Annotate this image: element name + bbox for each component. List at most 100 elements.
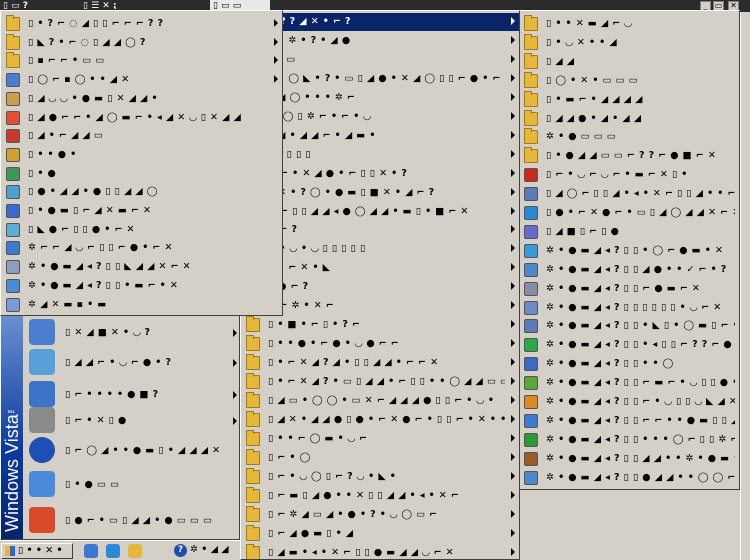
- submenu-item-label: • • ◯ ◣ • ? • ▭ ▯ ◢ ● • ✕ ◢ ◯ ▯ ▯ ⌐ ● • …: [268, 72, 505, 84]
- submenu-item[interactable]: ▯ ◢ ▬ • ◂ • ✕ ⌐ ▯ ▯ ● ▬ ◢ ◢ ◡ ⌐ ✕: [241, 543, 519, 559]
- program-item-label: ✲ • ● ▬ ◢ ◂ ? ▯ ▯ ◣ ◢ ◢ ✕ ⌐ ✕: [28, 261, 192, 273]
- submenu-item-label: ▯ ◢ ◯ ⌐ ▯ ▯ ◢ • ◂ • ✕ ⌐ ▯ ▯ ◢ • • ⌐: [546, 188, 735, 200]
- submenu-item[interactable]: ▯ ⌐ ◢ ● ▬ ▯ • ◢: [241, 524, 519, 543]
- submenu-item[interactable]: ✲ • ● ▬ ◢ ◂ ? ▯ ▯ • • ◯: [519, 355, 739, 373]
- submenu-item-label: ✲ • ● ▬ ◢ ◂ ? ▯ ▯ ⌐ ▬ ⌐ • ◡ ▯ ▯ ● • ⌐ ✕: [546, 377, 735, 389]
- submenu-item[interactable]: ✲ • ● ▬ ◢ ◂ ? ▯ ▯ ◢ ◢ • • ✲ • ● ▬ • ✕: [519, 450, 739, 468]
- submenu-arrow-icon: [511, 396, 515, 404]
- messenger-icon[interactable]: [128, 544, 142, 558]
- program-item[interactable]: ✲ • ● ▬ ◢ ◂ ? ▯ ▯ • ▬ ⌐ • ✕: [1, 277, 282, 295]
- submenu-item[interactable]: ▯ • ⌐ ✕ ◢ ? ◢ • ▯ ▯ ◢ ◢ • ⌐ ⌐ ✕: [241, 354, 519, 372]
- submenu-item[interactable]: ▯ ◢ ◢ ● • ◢ • ◢ ◢: [519, 109, 739, 128]
- submenu-item[interactable]: ▯ ◢ ▭ • ◯ ◯ • ▭ ✕ ⌐ ◢ ◢ ◢ ● ▯ ▯ ⌐ • ◡ •: [241, 392, 519, 410]
- start-button[interactable]: ▯ • • ✕ •: [1, 543, 73, 559]
- folder-icon: [246, 486, 260, 503]
- program-item[interactable]: ✲ • ● ▬ ◢ ◂ ? ▯ ▯ ◣ ◢ ◢ ✕ ⌐ ✕: [1, 258, 282, 276]
- submenu-item[interactable]: ✲ • ● ▬ ◢ ◂ ? ▯ ▯ • • • ◯ ⌐ ▯ ▯ ✲ ⌐ ⌐: [519, 431, 739, 449]
- program-item[interactable]: ▯ ◣ ● ⌐ ▯ ▯ ● • ⌐ ✕: [1, 221, 282, 239]
- submenu-item-label: ▯ ● • ⌐ ✕ ● ⌐ • ▭ ▯ ◢ ◯ ◢ ◢ ✕ ⌐ ✕: [546, 207, 735, 218]
- submenu-arrow-icon: [511, 54, 515, 63]
- submenu-item[interactable]: ▯ • • ✕ ▬ ◢ ⌐ ◡: [519, 15, 739, 33]
- media-player-icon[interactable]: [84, 544, 98, 558]
- documents-item[interactable]: ▯ ✕ ◢ ■ ✕ • ◡ ?: [25, 316, 239, 350]
- submenu-item-label: ▯ • • ⌐ ◯ ▬ • ◡ ⌐: [268, 432, 368, 444]
- program-item[interactable]: ▯ • ● ▬ ▯ ⌐ ◢ ✕ ▬ ⌐ ✕: [1, 202, 282, 220]
- submenu-item[interactable]: ▯ ⌐ ✲ ◢ ▭ ◢ • ● • ? • ◡ ◯ ▭ ⌐: [241, 505, 519, 524]
- program-item[interactable]: ✲ ⌐ ⌐ ◢ ◡ ⌐ ▯ ▯ ⌐ ● • ⌐ ✕: [1, 239, 282, 257]
- submenu-arrow-icon: [511, 187, 515, 196]
- help-item[interactable]: ▯ ⌐ ◯ ◢ • • ● ▬ ▯ • ◢ ◢ ◢ ✕: [25, 434, 239, 468]
- submenu-item[interactable]: ✲ • ● ▬ ◢ ◂ ? ▯ ▯ ⌐ ⌐ • • ● ▬ ▯ ▯ ◢ ◢ ◯: [519, 412, 739, 430]
- program-item[interactable]: ▯ ◣ ? • ⌐ ◌ ▯ ◢ ◢ ◯ ?: [1, 33, 282, 52]
- submenu-item[interactable]: ✲ • ● ▬ ◢ ◂ ? ▯ ▯ • ◂ ▯ ▯ ⌐ ? ? ⌐ ● ■ ⌐ …: [519, 336, 739, 354]
- program-item[interactable]: ▯ • • ● •: [1, 146, 282, 164]
- program-item-label: ✲ ◢ ✕ ▬ ▪ • ▬: [28, 298, 107, 310]
- submenu-item-label: ⌐ ⌐ ▯ ▯ ◢ ◢ ◂ ● ◯ ◢ ◢ • ▬ ▯ • ■ ⌐ ✕: [268, 205, 469, 217]
- submenu-item[interactable]: ▯ ● • ⌐ ✕ ● ⌐ • ▭ ▯ ◢ ◯ ◢ ◢ ✕ ⌐ ✕: [519, 204, 739, 222]
- submenu-item[interactable]: ✲ • ● ▭ ▭ ▭: [519, 128, 739, 146]
- program-item[interactable]: ▯ • ? ⌐ ◌ ◢ ▯ ▯ ⌐ ⌐ ⌐ ? ?: [1, 15, 282, 33]
- submenu-item[interactable]: ✲ • ● ▬ ◢ ◂ ? ▯ ▯ • ◯ ⌐ ● ▬ • ✕: [519, 242, 739, 260]
- submenu-item[interactable]: ▯ ⌐ • ◯: [241, 448, 519, 467]
- program-item[interactable]: ✲ ◢ ✕ ▬ ▪ • ▬: [1, 296, 282, 314]
- submenu-item[interactable]: ✲ • ● ▬ ◢ ◂ ? ▯ ▯ ▯ ▯ ▯ ▯ • ◡ ⌐ ✕: [519, 299, 739, 317]
- right-scrollbar[interactable]: [740, 12, 750, 560]
- submenu-item[interactable]: ▯ ⌐ ▬ ▯ ◢ ● • • ✕ ▯ ▯ ◢ ◢ • ◂ • ✕ ⌐: [241, 486, 519, 505]
- taskbar-tray[interactable]: ? ✲ • ◢ ◢: [170, 543, 240, 559]
- submenu-item[interactable]: ▯ • ● ◢ ◢ ▭ ▭ ⌐ ? ? ⌐ ● ■ ⌐ ✕: [519, 147, 739, 165]
- windows-flag-icon: [5, 546, 15, 556]
- submenu-item[interactable]: ▯ ◢ ◯ ⌐ ▯ ▯ ◢ • ◂ • ✕ ⌐ ▯ ▯ ◢ • • ⌐: [519, 185, 739, 203]
- run-icon: [29, 471, 55, 497]
- start-item-label: ▯ ⌐ ◯ ◢ • • ● ▬ ▯ • ◢ ◢ ◢ ✕: [65, 445, 221, 456]
- program-item[interactable]: ▯ ● • ◢ ◢ • ● ▯ ▯ ◢ ◢ ◯: [1, 183, 282, 201]
- submenu-item-label: ◢ • ◡ • ◡ ▯ ▯ ▯ ▯ ▯: [268, 243, 366, 255]
- run-item[interactable]: ▯ • ● ▭ ▭: [25, 468, 239, 502]
- submenu-item[interactable]: ▯ ◢ ■ ▯ ⌐ ▯ ●: [519, 223, 739, 241]
- submenu-item[interactable]: ▯ ⌐ • ◡ ⌐ ◡ ⌐ • ▬ ⌐ ✕ ▯ •: [519, 166, 739, 184]
- start-item-label: ▯ ⌐ • ✕ ▯ ●: [65, 415, 127, 426]
- submenu-item[interactable]: ▯ • • ⌐ ◯ ▬ • ◡ ⌐: [241, 429, 519, 448]
- submenu-item-label: • ✕ • ? ◯ • ● ▬ ▯ ■ ✕ • ◢ ⌐ ?: [268, 186, 435, 198]
- folder-icon: [524, 147, 538, 164]
- program-item[interactable]: ▯ ▪ ⌐ ⌐ • ▭ ▭: [1, 52, 282, 70]
- submenu-item[interactable]: ▯ ◢ ✕ • ◢ ◢ ● ▯ ● • ⌐ ✕ ● ⌐ • ▯ ▯ ⌐ • ✕ …: [241, 410, 519, 429]
- program-item[interactable]: ▯ ◢ ◡ ◡ • ● ▬ ▯ ✕ ◢ ◢ •: [1, 90, 282, 108]
- submenu-arrow-icon: [511, 320, 515, 329]
- folder-icon: [246, 335, 260, 352]
- submenu-item[interactable]: ▯ • ▬ ⌐ • ◢ ◢ ◢ ◢: [519, 90, 739, 109]
- submenu-item[interactable]: ▯ • ■ • ⌐ ▯ • ? ⌐: [241, 316, 519, 334]
- submenu-item[interactable]: ▯ ◯ • ✕ • ▭ ▭ ▭: [519, 71, 739, 90]
- program-item-label: ▯ • • ● •: [28, 148, 77, 160]
- ie-browser-icon[interactable]: [106, 544, 120, 558]
- submenu-item[interactable]: ✲ • ● ▬ ◢ ◂ ? ▯ ▯ ● ◢ ◢ • • ◯ ◯ ⌐ ✕ ◣: [519, 469, 739, 487]
- folder-icon: [246, 316, 260, 333]
- program-item[interactable]: ▯ ◯ ⌐ ▪ ◯ • • ◢ ✕: [1, 71, 282, 89]
- folder-icon: [246, 354, 260, 371]
- submenu-item[interactable]: ▯ • • ● • ⌐ ● • ◡ ● ⌐ ⌐: [241, 335, 519, 353]
- search-item[interactable]: ▯ ⌐ • ✕ ▯ ●: [25, 404, 239, 438]
- program-item[interactable]: ▯ ◢ ● ⌐ ⌐ • ◢ ◯ ▬ ⌐ • ◂ ◢ ✕ ◡ ▯ ✕ ◢ ◢: [1, 109, 282, 127]
- submenu-item[interactable]: ▯ ◢ ◢: [519, 52, 739, 71]
- submenu-item-label: ✲ • ● ▬ ◢ ◂ ? ▯ ▯ • ◯ ⌐ ● ▬ • ✕: [546, 244, 724, 256]
- network-item[interactable]: ▯ ◢ ◢ ⌐ • ◡ ⌐ ● • ?: [25, 346, 239, 380]
- submenu-item[interactable]: ▯ • ⌐ ✕ ◢ ? • ▭ ▯ ◢ ◢ • ⌐ ▯ ▯ • • ◯ ◢ ◢ …: [241, 373, 519, 391]
- submenu-arrow-icon: [511, 35, 515, 44]
- network-icon: [29, 349, 55, 375]
- submenu-item[interactable]: ✲ • ● ▬ ◢ ◂ ? ▯ ▯ ⌐ • ◡ ▯ ▯ ◡ ◣ ◢ ✕: [519, 393, 739, 411]
- submenu-item-label: ▯ ◢ ▬ • ◂ • ✕ ⌐ ▯ ▯ ● ▬ ◢ ◢ ◡ ⌐ ✕: [268, 546, 455, 558]
- submenu-item-label: ✲ • ● ▬ ◢ ◂ ? ▯ ▯ • • • ◯ ⌐ ▯ ▯ ✲ ⌐ ⌐: [546, 433, 735, 445]
- submenu-item[interactable]: ▯ ⌐ • ◡ ◯ ▯ ⌐ ? ◡ • ◣ •: [241, 467, 519, 486]
- submenu-item-label: ▯ ◯ • ✕ • ▭ ▭ ▭: [546, 74, 639, 86]
- program-item[interactable]: ▯ • ●: [1, 165, 282, 183]
- submenu-arrow-icon: [511, 225, 515, 234]
- submenu-item-label: ▯ • ■ • ⌐ ▯ • ? ⌐: [268, 319, 361, 331]
- submenu-item[interactable]: ✲ • ● ▬ ◢ ◂ ? ▯ ▯ • ◣ ▯ • ◯ ▬ ▯ ⌐ • ●: [519, 317, 739, 335]
- submenu-item[interactable]: ✲ • ● ▬ ◢ ◂ ? ▯ ▯ ◢ ● • • ✓ ⌐ • ?: [519, 261, 739, 279]
- submenu-item[interactable]: ✲ • ● ▬ ◢ ◂ ? ▯ ▯ ⌐ ● ▬ ⌐ ✕: [519, 280, 739, 298]
- shutdown-item[interactable]: ▯ ● ⌐ • ▭ ▯ ◢ ◢ • ● ▭ ▭ ▭: [25, 504, 239, 538]
- app-icon: [6, 241, 20, 256]
- taskbar: ▯ • • ✕ • ? ✲ • ◢ ◢: [0, 540, 240, 560]
- submenu-item[interactable]: ▯ • ◡ ✕ • • ◢: [519, 33, 739, 52]
- submenu-item[interactable]: ✲ • ● ▬ ◢ ◂ ? ▯ ▯ ⌐ ▬ ⌐ • ◡ ▯ ▯ ● • ⌐ ✕: [519, 374, 739, 392]
- program-item[interactable]: ▯ ◢ • ⌐ ◢ ◢ ▭: [1, 127, 282, 145]
